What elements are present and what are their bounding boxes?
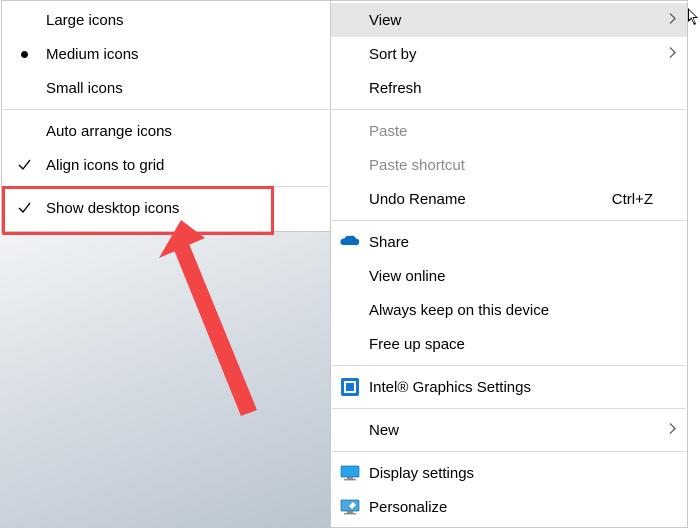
personalize-icon xyxy=(331,499,369,515)
onedrive-share-icon xyxy=(331,235,369,249)
desktop-background xyxy=(0,228,330,528)
menu-item-label: Paste shortcut xyxy=(369,157,659,174)
menu-item-free-up-space[interactable]: Free up space xyxy=(331,327,687,361)
submenu-item-medium-icons[interactable]: Medium icons xyxy=(2,37,330,71)
mouse-cursor-icon xyxy=(688,8,700,26)
menu-item-undo-rename[interactable]: Undo Rename Ctrl+Z xyxy=(331,182,687,216)
menu-item-label: New xyxy=(369,422,659,439)
menu-item-label: Large icons xyxy=(46,12,302,29)
menu-separator xyxy=(3,186,329,187)
check-icon xyxy=(2,158,46,172)
menu-item-label: Share xyxy=(369,234,659,251)
menu-item-sort-by[interactable]: Sort by xyxy=(331,37,687,71)
chevron-right-icon xyxy=(669,46,677,63)
menu-item-share[interactable]: Share xyxy=(331,225,687,259)
menu-separator xyxy=(332,220,686,221)
menu-item-label: View xyxy=(369,12,659,29)
menu-item-paste: Paste xyxy=(331,114,687,148)
chevron-right-icon xyxy=(669,12,677,29)
menu-item-label: Personalize xyxy=(369,499,659,516)
menu-item-label: Align icons to grid xyxy=(46,157,302,174)
menu-separator xyxy=(332,365,686,366)
menu-item-label: Sort by xyxy=(369,46,659,63)
menu-item-label: View online xyxy=(369,268,659,285)
radio-selected-icon xyxy=(2,51,46,58)
view-submenu: Large icons Medium icons Small icons Aut… xyxy=(1,0,331,232)
submenu-item-auto-arrange[interactable]: Auto arrange icons xyxy=(2,114,330,148)
menu-item-personalize[interactable]: Personalize xyxy=(331,490,687,524)
menu-item-new[interactable]: New xyxy=(331,413,687,447)
menu-item-view-online[interactable]: View online xyxy=(331,259,687,293)
menu-item-label: Always keep on this device xyxy=(369,302,659,319)
menu-item-always-keep[interactable]: Always keep on this device xyxy=(331,293,687,327)
menu-item-view[interactable]: View xyxy=(331,3,687,37)
display-settings-icon xyxy=(331,465,369,481)
menu-item-label: Free up space xyxy=(369,336,659,353)
menu-item-refresh[interactable]: Refresh xyxy=(331,71,687,105)
menu-separator xyxy=(332,451,686,452)
menu-item-display-settings[interactable]: Display settings xyxy=(331,456,687,490)
menu-item-paste-shortcut: Paste shortcut xyxy=(331,148,687,182)
submenu-item-small-icons[interactable]: Small icons xyxy=(2,71,330,105)
menu-item-intel-graphics[interactable]: Intel® Graphics Settings xyxy=(331,370,687,404)
menu-item-label: Refresh xyxy=(369,80,659,97)
menu-item-label: Show desktop icons xyxy=(46,200,302,217)
check-icon xyxy=(2,201,46,215)
menu-item-label: Medium icons xyxy=(46,46,302,63)
menu-separator xyxy=(3,109,329,110)
menu-item-label: Small icons xyxy=(46,80,302,97)
chevron-right-icon xyxy=(669,422,677,439)
menu-separator xyxy=(332,109,686,110)
menu-item-label: Intel® Graphics Settings xyxy=(369,379,659,396)
submenu-item-align-to-grid[interactable]: Align icons to grid xyxy=(2,148,330,182)
submenu-item-large-icons[interactable]: Large icons xyxy=(2,3,330,37)
menu-item-label: Undo Rename xyxy=(369,191,612,208)
desktop-context-menu: View Sort by Refresh Paste Paste shortcu… xyxy=(330,0,688,528)
menu-item-label: Paste xyxy=(369,123,659,140)
submenu-item-show-desktop-icons[interactable]: Show desktop icons xyxy=(2,191,330,225)
menu-item-label: Auto arrange icons xyxy=(46,123,302,140)
menu-item-label: Display settings xyxy=(369,465,659,482)
menu-item-accelerator: Ctrl+Z xyxy=(612,191,659,208)
menu-separator xyxy=(332,408,686,409)
intel-graphics-icon xyxy=(331,378,369,396)
